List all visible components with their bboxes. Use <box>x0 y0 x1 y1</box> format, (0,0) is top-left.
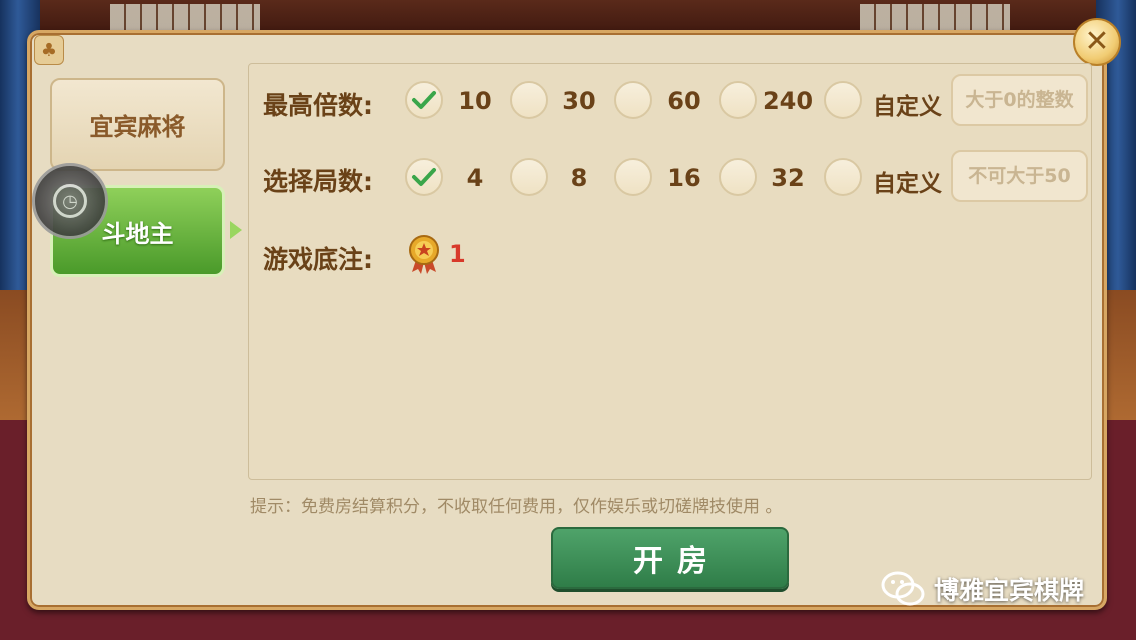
radio-multiplier-240[interactable] <box>719 81 757 119</box>
timer-float-button[interactable]: ◷ <box>32 163 108 239</box>
custom-rounds-input[interactable] <box>951 150 1088 202</box>
background-window <box>860 4 1010 30</box>
club-suit-icon: ♣ <box>34 35 64 65</box>
base-bet-label: 游戏底注: <box>263 245 373 274</box>
radio-rounds-custom[interactable] <box>824 158 862 196</box>
option-value: 16 <box>667 164 701 192</box>
medal-icon <box>409 235 439 274</box>
watermark: 博雅宜宾棋牌 <box>880 570 1084 608</box>
watermark-text: 博雅宜宾棋牌 <box>934 576 1085 605</box>
radio-multiplier-60[interactable] <box>614 81 652 119</box>
radio-rounds-16[interactable] <box>614 158 652 196</box>
close-icon[interactable]: ✕ <box>1073 18 1121 66</box>
option-value: 4 <box>466 164 484 192</box>
radio-rounds-4[interactable] <box>405 158 443 196</box>
selected-tab-arrow-icon <box>230 221 242 239</box>
custom-multiplier-input[interactable] <box>951 74 1088 126</box>
option-value: 8 <box>570 164 588 192</box>
base-bet-value: 1 <box>449 240 466 268</box>
custom-label: 自定义 <box>873 171 942 197</box>
check-icon <box>412 168 436 186</box>
open-room-button[interactable]: 开房 <box>551 527 789 589</box>
tab-yibin-mahjong[interactable]: 宜宾麻将 <box>50 78 225 171</box>
option-value: 60 <box>667 87 701 115</box>
max-multiplier-label: 最高倍数: <box>263 91 373 120</box>
radio-multiplier-10[interactable] <box>405 81 443 119</box>
option-value: 32 <box>771 164 805 192</box>
radio-rounds-32[interactable] <box>719 158 757 196</box>
option-value: 30 <box>562 87 596 115</box>
radio-rounds-8[interactable] <box>510 158 548 196</box>
wechat-icon <box>881 571 925 606</box>
check-icon <box>412 91 436 109</box>
option-value: 10 <box>458 87 492 115</box>
custom-label: 自定义 <box>873 94 942 120</box>
radio-multiplier-30[interactable] <box>510 81 548 119</box>
rounds-label: 选择局数: <box>263 167 373 196</box>
option-value: 240 <box>762 87 814 115</box>
clock-icon: ◷ <box>53 184 87 218</box>
radio-multiplier-custom[interactable] <box>824 81 862 119</box>
background-window <box>110 4 260 30</box>
tip-text: 提示：免费房结算积分，不收取任何费用，仅作娱乐或切磋牌技使用 。 <box>250 497 783 517</box>
